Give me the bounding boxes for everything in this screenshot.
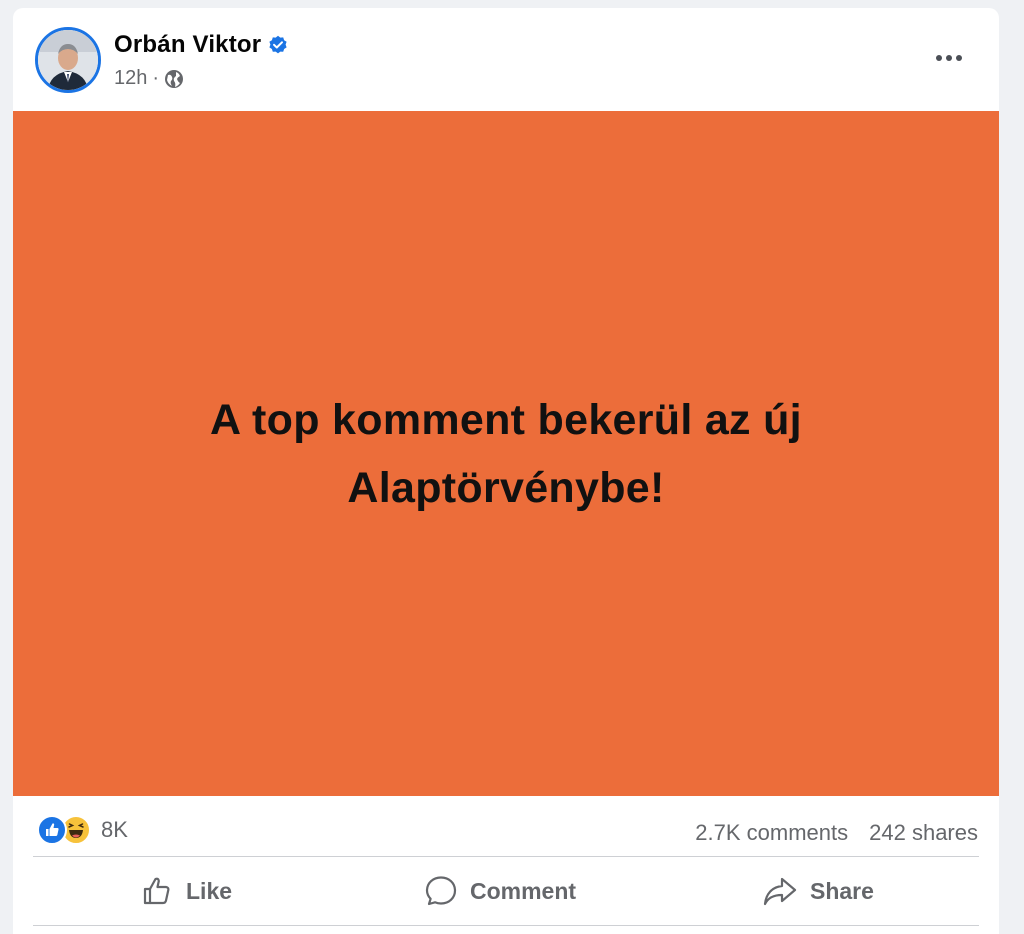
post-text: A top komment bekerül az új Alaptörvényb… <box>210 395 802 512</box>
more-options-icon <box>936 55 942 61</box>
shares-count[interactable]: 242 shares <box>869 820 978 846</box>
post-text-background[interactable]: A top komment bekerül az új Alaptörvényb… <box>13 111 999 796</box>
reactions-summary[interactable]: 8K <box>37 815 128 845</box>
comments-count[interactable]: 2.7K comments <box>695 820 848 846</box>
comment-label: Comment <box>470 877 577 904</box>
post-header: Orbán Viktor 12h · <box>13 8 999 111</box>
post-card: Orbán Viktor 12h · A top komment bekerül… <box>13 8 999 934</box>
author-line: Orbán Viktor <box>114 31 288 59</box>
more-options-button[interactable] <box>929 44 969 72</box>
reaction-count: 8K <box>101 817 128 842</box>
comment-icon <box>425 876 457 906</box>
author-name[interactable]: Orbán Viktor <box>114 31 261 59</box>
author-avatar[interactable] <box>35 27 101 93</box>
globe-icon <box>164 69 184 89</box>
post-meta: 12h · <box>114 67 184 90</box>
like-reaction-icon <box>37 815 67 845</box>
meta-separator: · <box>152 67 160 89</box>
share-button[interactable]: Share <box>762 857 874 925</box>
engagement-counts: 2.7K comments 242 shares <box>695 820 978 846</box>
more-options-icon-dot <box>956 55 962 61</box>
divider <box>33 925 979 926</box>
like-button[interactable]: Like <box>140 857 232 925</box>
like-label: Like <box>186 877 233 904</box>
share-label: Share <box>810 877 874 904</box>
avatar-photo <box>38 30 98 90</box>
share-icon <box>763 877 797 906</box>
more-options-icon-dot <box>946 55 952 61</box>
post-time[interactable]: 12h <box>114 67 147 90</box>
like-icon <box>143 877 170 905</box>
comment-button[interactable]: Comment <box>424 857 576 925</box>
action-bar: Like Comment Share <box>13 857 999 925</box>
post-stats: 8K 2.7K comments 242 shares <box>13 796 999 858</box>
verified-badge-icon <box>268 35 288 55</box>
